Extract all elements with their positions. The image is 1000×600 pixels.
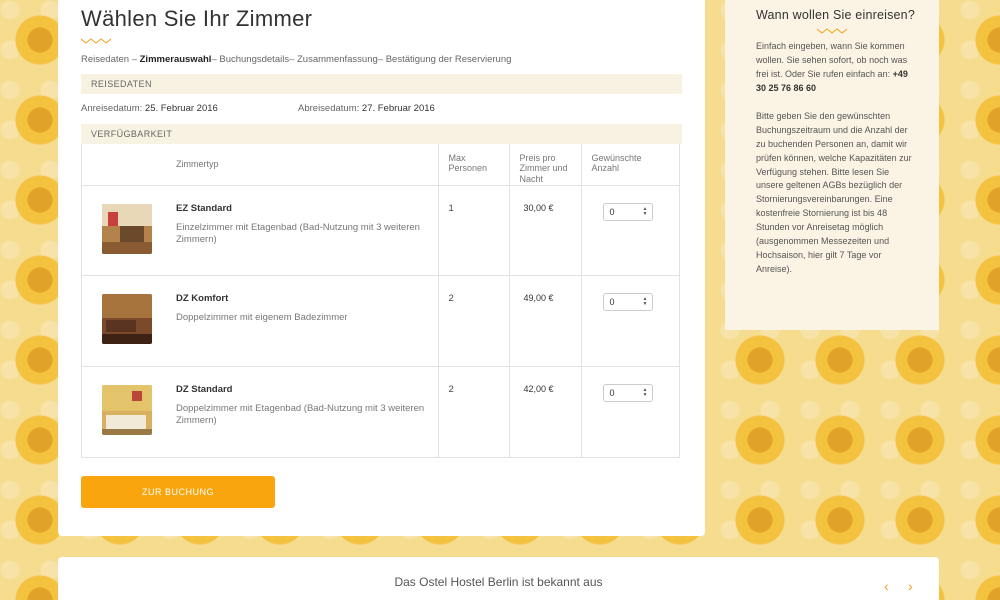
table-row: DZ Komfort Doppelzimmer mit eigenem Bade… xyxy=(82,275,679,366)
room-image-cell xyxy=(82,275,174,366)
sidebar-intro-text: Einfach eingeben, wann Sie kommen wollen… xyxy=(756,41,908,79)
departure-date: Abreisedatum: 27. Februar 2016 xyxy=(298,103,515,114)
quantity-value[interactable]: 0 xyxy=(610,388,615,398)
availability-header: Verfügbarkeit xyxy=(81,124,682,144)
availability-table: Zimmertyp Max Personen Preis pro Zimmer … xyxy=(82,144,679,457)
stepper-arrows-icon[interactable]: ▲ ▼ xyxy=(643,297,648,307)
availability-table-wrap: Zimmertyp Max Personen Preis pro Zimmer … xyxy=(81,144,680,458)
room-photo-dz-komfort[interactable] xyxy=(102,294,152,344)
max-persons-cell: 1 xyxy=(437,184,509,276)
price-cell: 49,00 € xyxy=(508,275,581,366)
press-title: Das Ostel Hostel Berlin ist bekannt aus xyxy=(394,575,603,589)
room-description: Doppelzimmer mit Etagenbad (Bad-Nutzung … xyxy=(176,402,425,427)
sidebar-info-text: Bitte geben Sie den gewünschten Buchungs… xyxy=(756,110,912,275)
quantity-value[interactable]: 0 xyxy=(610,207,615,217)
departure-label: Abreisedatum: xyxy=(298,103,360,114)
step-zimmerauswahl: Zimmerauswahl xyxy=(139,54,212,65)
room-image-cell xyxy=(82,184,174,276)
room-name: DZ Komfort xyxy=(176,293,229,304)
book-button[interactable]: ZUR BUCHUNG xyxy=(81,475,275,508)
max-persons-cell: 2 xyxy=(437,365,509,457)
page-title: Wählen Sie Ihr Zimmer xyxy=(81,6,313,31)
step-remaining: – Buchungsdetails– Zusammenfassung– Best… xyxy=(211,54,512,65)
arrival-value: 25. Februar 2016 xyxy=(144,103,218,114)
room-selection-card: Wählen Sie Ihr Zimmer Reisedaten – Zimme… xyxy=(58,0,705,536)
room-photo-dz-standard[interactable] xyxy=(102,384,152,435)
chevron-right-icon[interactable]: › xyxy=(908,578,913,594)
table-header-row: Zimmertyp Max Personen Preis pro Zimmer … xyxy=(82,144,679,185)
price-cell: 30,00 € xyxy=(508,184,581,276)
zigzag-divider-icon xyxy=(817,28,847,34)
desired-count-column-header: Gewünschte Anzahl xyxy=(580,144,679,185)
zigzag-divider-icon xyxy=(81,38,111,44)
sidebar-title: Wann wollen Sie einreisen? xyxy=(756,8,915,22)
room-image-cell xyxy=(82,365,174,457)
room-name: EZ Standard xyxy=(176,202,232,214)
press-carousel-card: Das Ostel Hostel Berlin ist bekannt aus … xyxy=(58,557,939,600)
table-row: EZ Standard Einzelzimmer mit Etagenbad (… xyxy=(82,184,679,276)
max-persons-cell: 2 xyxy=(437,275,509,366)
room-description: Einzelzimmer mit Etagenbad (Bad-Nutzung … xyxy=(176,221,420,246)
quantity-value[interactable]: 0 xyxy=(610,297,615,307)
quantity-cell: 0 ▲ ▼ xyxy=(580,365,679,457)
image-column-header xyxy=(82,144,174,185)
room-photo-ez-standard[interactable] xyxy=(102,203,152,254)
sidebar-intro: Einfach eingeben, wann Sie kommen wollen… xyxy=(756,40,917,96)
room-description: Doppelzimmer mit eigenem Badezimmer xyxy=(176,312,348,323)
room-type-cell: EZ Standard Einzelzimmer mit Etagenbad (… xyxy=(174,184,438,276)
stepper-arrows-icon[interactable]: ▲ ▼ xyxy=(643,206,648,217)
sidebar-info-card: Wann wollen Sie einreisen? Einfach einge… xyxy=(725,0,939,330)
room-type-column-header: Zimmertyp xyxy=(176,159,219,169)
table-row: DZ Standard Doppelzimmer mit Etagenbad (… xyxy=(82,365,679,457)
booking-steps-breadcrumb: Reisedaten – Zimmerauswahl– Buchungsdeta… xyxy=(81,54,682,65)
arrival-label: Anreisedatum: xyxy=(81,103,143,114)
room-type-cell: DZ Komfort Doppelzimmer mit eigenem Bade… xyxy=(174,275,438,366)
price-column-header: Preis pro Zimmer und Nacht xyxy=(508,144,581,185)
price-cell: 42,00 € xyxy=(508,365,581,457)
quantity-cell: 0 ▲ ▼ xyxy=(580,275,679,366)
room-name: DZ Standard xyxy=(176,383,233,395)
chevron-left-icon[interactable]: ‹ xyxy=(884,578,889,594)
quantity-stepper[interactable]: 0 ▲ ▼ xyxy=(602,202,653,221)
step-reisedaten[interactable]: Reisedaten – xyxy=(81,54,140,65)
travel-dates: Anreisedatum: 25. Februar 2016 Abreiseda… xyxy=(81,103,682,114)
arrival-date: Anreisedatum: 25. Februar 2016 xyxy=(81,103,298,114)
quantity-cell: 0 ▲ ▼ xyxy=(580,184,679,276)
quantity-stepper[interactable]: 0 ▲ ▼ xyxy=(602,293,653,311)
travel-dates-header: Reisedaten xyxy=(81,74,682,94)
departure-value: 27. Februar 2016 xyxy=(361,103,435,114)
room-type-cell: DZ Standard Doppelzimmer mit Etagenbad (… xyxy=(174,365,438,457)
quantity-stepper[interactable]: 0 ▲ ▼ xyxy=(602,383,653,402)
max-persons-column-header: Max Personen xyxy=(437,144,509,185)
stepper-arrows-icon[interactable]: ▲ ▼ xyxy=(643,387,648,398)
